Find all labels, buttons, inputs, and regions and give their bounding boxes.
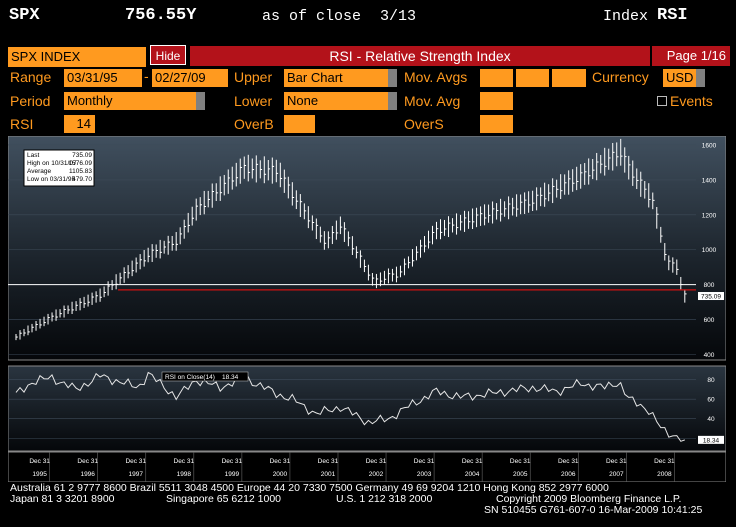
stats-legend: Last 735.09 High on 10/31/07 1576.09 Ave… (23, 149, 95, 187)
rsi-y-tick: 60 (707, 397, 715, 404)
overb-label: OverB (234, 116, 274, 132)
mov-avg-3-field[interactable] (552, 69, 586, 87)
upper-label: Upper (234, 69, 273, 85)
x-axis-year-label: 1998 (177, 471, 192, 478)
footer-singapore: Singapore 65 6212 1000 (166, 493, 282, 505)
price-panel: 735.09 400 600 800 1000 1200 1400 1600 (8, 136, 726, 361)
x-axis-month-label: Dec 31 (29, 458, 50, 465)
x-axis-year-label: 1999 (225, 471, 240, 478)
mov-avg-lower-field[interactable] (480, 92, 513, 110)
footer-serial: SN 510455 G761-607-0 16-Mar-2009 10:41:2… (484, 504, 703, 516)
ticker: SPX (9, 6, 40, 25)
x-axis-year-label: 2002 (369, 471, 384, 478)
rsi-legend-value: 18.34 (222, 374, 239, 381)
function-code: RSI (657, 6, 688, 25)
x-axis-year-label: 2008 (657, 471, 672, 478)
price-y-tick: 600 (704, 317, 715, 324)
upper-dropdown-arrow[interactable] (388, 69, 397, 87)
x-axis-month-label: Dec 31 (174, 458, 195, 465)
x-axis-month-label: Dec 31 (606, 458, 627, 465)
x-axis-year-label: 2000 (273, 471, 288, 478)
stat-low-label: Low on 03/31/95 (27, 176, 75, 183)
rsi-legend: RSI on Close(14) (165, 374, 215, 381)
asof-label: as of close (262, 8, 362, 25)
x-axis-year-label: 2007 (609, 471, 624, 478)
currency-dropdown-arrow[interactable] (696, 69, 705, 87)
chart-area: 735.09 400 600 800 1000 1200 1400 1600 Last 73… (8, 136, 726, 482)
footer-japan: Japan 81 3 3201 8900 (10, 493, 115, 505)
stat-low-value: 479.70 (72, 176, 92, 183)
page-indicator[interactable]: Page 1/16 (652, 46, 730, 66)
price-y-tick: 400 (704, 352, 715, 359)
x-axis-month-label: Dec 31 (366, 458, 387, 465)
rsi-period-field[interactable]: 14 (64, 115, 95, 133)
upper-select[interactable]: Bar Chart (284, 69, 388, 87)
rsi-panel: 2040608018.34 RSI on Close(14) 18.34 (8, 365, 726, 452)
events-label: Events (670, 93, 713, 109)
overs-field[interactable] (480, 115, 513, 133)
overs-label: OverS (404, 116, 444, 132)
price-y-tick: 1400 (702, 177, 717, 184)
events-checkbox[interactable] (657, 96, 667, 106)
x-axis-month-label: Dec 31 (558, 458, 579, 465)
price-y-tick: 800 (704, 282, 715, 289)
x-axis: Dec 31 1995 Dec 31 1996 Dec 31 1997 Dec 31 1998… (8, 451, 726, 482)
panel-title: RSI - Relative Strength Index (190, 46, 650, 66)
stat-last-label: Last (27, 152, 39, 159)
stat-high-value: 1576.09 (69, 160, 93, 167)
x-axis-month-label: Dec 31 (270, 458, 291, 465)
range-separator: - (144, 68, 149, 84)
mov-avg-2-field[interactable] (516, 69, 549, 87)
last-price-label: 735.09 (701, 294, 721, 301)
range-label: Range (10, 69, 52, 85)
range-end-field[interactable]: 02/27/09 (152, 69, 228, 87)
mov-avg-label: Mov. Avg (404, 93, 461, 109)
footer-us: U.S. 1 212 318 2000 (336, 493, 433, 505)
x-axis-month-label: Dec 31 (318, 458, 339, 465)
x-axis-month-label: Dec 31 (125, 458, 146, 465)
security-field[interactable]: SPX INDEX (8, 47, 146, 67)
x-axis-year-label: 2004 (465, 471, 480, 478)
x-axis-month-label: Dec 31 (222, 458, 243, 465)
currency-label: Currency (592, 69, 649, 85)
rsi-y-tick: 40 (707, 416, 715, 423)
x-axis-year-label: 1996 (80, 471, 95, 478)
x-axis-year-label: 2003 (417, 471, 432, 478)
period-label: Period (10, 93, 51, 109)
x-axis-year-label: 1997 (129, 471, 144, 478)
range-start-field[interactable]: 03/31/95 (64, 69, 142, 87)
x-axis-year-label: 1995 (32, 471, 47, 478)
overb-field[interactable] (284, 115, 315, 133)
lower-select[interactable]: None (284, 92, 388, 110)
period-dropdown-arrow[interactable] (196, 92, 205, 110)
currency-field[interactable]: USD (663, 69, 696, 87)
price: 756.55Y (125, 6, 197, 25)
hide-button[interactable]: Hide (150, 45, 186, 65)
x-axis-month-label: Dec 31 (462, 458, 483, 465)
lower-dropdown-arrow[interactable] (388, 92, 397, 110)
price-y-tick: 1200 (702, 212, 717, 219)
x-axis-year-label: 2006 (561, 471, 576, 478)
period-select[interactable]: Monthly (64, 92, 196, 110)
x-axis-year-label: 2001 (321, 471, 336, 478)
x-axis-month-label: Dec 31 (77, 458, 98, 465)
index-label: Index (603, 8, 649, 25)
mov-avg-1-field[interactable] (480, 69, 513, 87)
x-axis-month-label: Dec 31 (510, 458, 531, 465)
price-y-tick: 1600 (702, 142, 717, 149)
x-axis-month-label: Dec 31 (414, 458, 435, 465)
rsi-last-label: 18.34 (703, 437, 720, 444)
rsi-y-tick: 80 (707, 377, 715, 384)
lower-label: Lower (234, 93, 273, 109)
stat-last-value: 735.09 (72, 152, 92, 159)
x-axis-year-label: 2005 (513, 471, 528, 478)
price-y-tick: 1000 (702, 247, 717, 254)
rsi-label: RSI (10, 116, 34, 132)
x-axis-month-label: Dec 31 (654, 458, 675, 465)
stat-avg-label: Average (27, 168, 51, 175)
stat-avg-value: 1105.83 (69, 168, 92, 175)
asof-date: 3/13 (380, 8, 417, 25)
mov-avgs-label: Mov. Avgs (404, 69, 468, 85)
